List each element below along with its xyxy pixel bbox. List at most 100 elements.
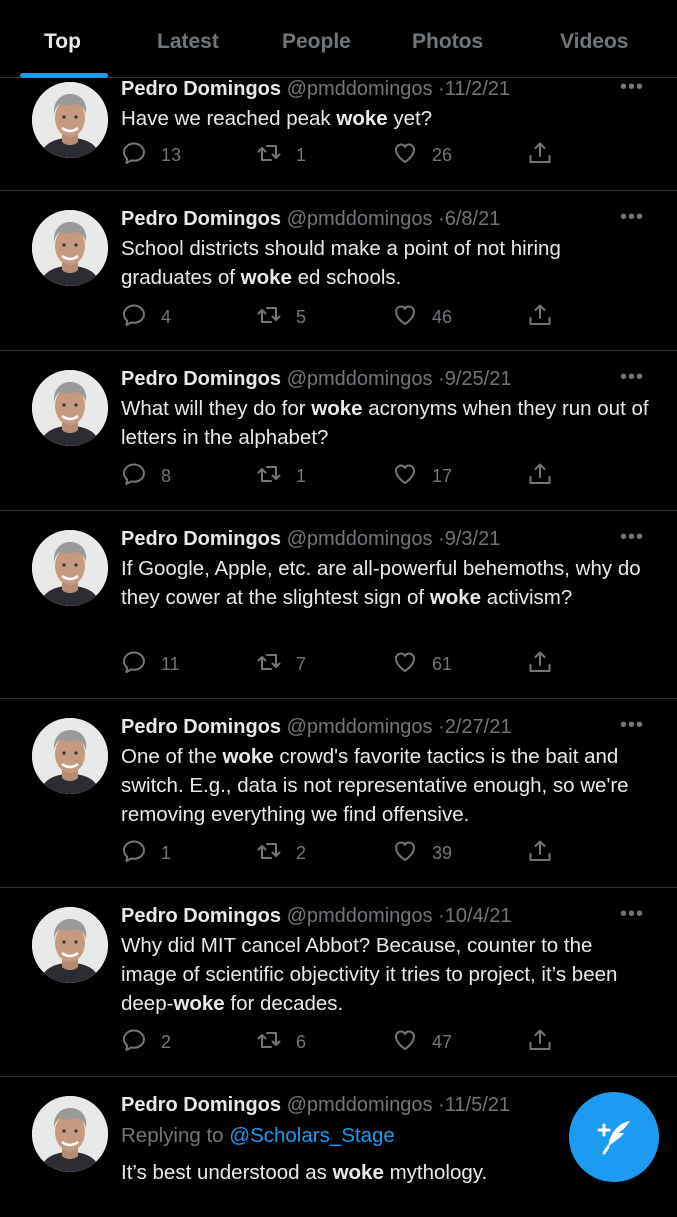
like-button[interactable]: 17 [392,463,452,489]
tweet[interactable]: Pedro Domingos @pmddomingos ·10/4/21 •••… [0,888,677,1077]
replying-to-link[interactable]: @Scholars_Stage [229,1124,395,1147]
share-button[interactable] [527,463,553,489]
highlighted-term: woke [240,266,292,289]
like-button[interactable]: 26 [392,142,452,168]
author-name[interactable]: Pedro Domingos [121,208,281,230]
author-name[interactable]: Pedro Domingos [121,905,281,927]
like-button[interactable]: 61 [392,651,452,677]
retweet-button[interactable]: 5 [256,304,306,330]
author-handle[interactable]: @pmddomingos [287,1094,433,1116]
separator-dot: · [438,528,445,550]
tweet-date[interactable]: 2/27/21 [445,716,512,738]
share-button[interactable] [527,651,553,677]
avatar[interactable] [32,370,108,446]
avatar[interactable] [32,210,108,286]
author-handle[interactable]: @pmddomingos [287,716,433,738]
like-button[interactable]: 39 [392,840,452,866]
separator-dot: · [438,368,445,390]
tab-photos[interactable]: Photos [412,30,483,54]
reply-button[interactable]: 8 [121,463,171,489]
tweet-date[interactable]: 9/3/21 [445,528,501,550]
more-options-icon[interactable]: ••• [620,903,644,926]
share-icon [527,1027,553,1058]
author-handle[interactable]: @pmddomingos [287,208,433,230]
compose-tweet-button[interactable] [569,1092,659,1182]
reply-button[interactable]: 13 [121,142,181,168]
more-options-icon[interactable]: ••• [620,76,644,99]
tweet-date[interactable]: 10/4/21 [445,905,512,927]
like-count: 61 [432,653,453,674]
more-options-icon[interactable]: ••• [620,366,644,389]
like-button[interactable]: 47 [392,1029,452,1055]
retweet-icon [256,838,282,869]
avatar[interactable] [32,718,108,794]
tweet-text: If Google, Apple, etc. are all-powerful … [121,557,641,609]
heart-icon [392,140,418,171]
highlighted-term: woke [222,745,274,768]
retweet-button[interactable]: 2 [256,840,306,866]
retweet-count: 1 [296,144,307,165]
reply-button[interactable]: 4 [121,304,171,330]
retweet-button[interactable]: 1 [256,463,306,489]
retweet-count: 2 [296,842,307,863]
author-handle[interactable]: @pmddomingos [287,368,433,390]
retweet-button[interactable]: 7 [256,651,306,677]
tweet-text: What will they do for woke acronyms when… [121,397,649,449]
tweet-date[interactable]: 9/25/21 [445,368,512,390]
avatar[interactable] [32,1096,108,1172]
share-button[interactable] [527,304,553,330]
share-icon [527,140,553,171]
reply-icon [121,838,147,869]
tweet[interactable]: Pedro Domingos @pmddomingos ·9/3/21 ••• … [0,511,677,699]
author-name[interactable]: Pedro Domingos [121,78,281,100]
author-name[interactable]: Pedro Domingos [121,716,281,738]
retweet-count: 1 [296,465,307,486]
tab-latest[interactable]: Latest [157,30,219,54]
more-options-icon[interactable]: ••• [620,526,644,549]
retweet-count: 7 [296,653,307,674]
more-options-icon[interactable]: ••• [620,714,644,737]
tweet-date[interactable]: 11/2/21 [445,78,510,100]
author-handle[interactable]: @pmddomingos [287,528,433,550]
tweet-header: Pedro Domingos @pmddomingos ·11/2/21 [121,78,510,101]
tweet-date[interactable]: 6/8/21 [445,208,501,230]
retweet-icon [256,461,282,492]
tweet-header: Pedro Domingos @pmddomingos ·9/3/21 [121,528,500,551]
like-count: 17 [432,465,453,486]
tweet[interactable]: Pedro Domingos @pmddomingos ·11/2/21 •••… [0,76,677,191]
reply-icon [121,649,147,680]
avatar[interactable] [32,907,108,983]
share-button[interactable] [527,840,553,866]
tweet-text: School districts should make a point of … [121,237,561,289]
tweet-text: Why did MIT cancel Abbot? Because, count… [121,934,618,1015]
author-name[interactable]: Pedro Domingos [121,368,281,390]
tweet[interactable]: Pedro Domingos @pmddomingos ·6/8/21 ••• … [0,191,677,351]
avatar[interactable] [32,530,108,606]
retweet-button[interactable]: 6 [256,1029,306,1055]
share-icon [527,302,553,333]
author-name[interactable]: Pedro Domingos [121,528,281,550]
tweet[interactable]: Pedro Domingos @pmddomingos ·9/25/21 •••… [0,351,677,511]
like-button[interactable]: 46 [392,304,452,330]
tweet-feed: Pedro Domingos @pmddomingos ·11/2/21 •••… [0,76,677,1217]
tab-people[interactable]: People [282,30,351,54]
tweet-text: Have we reached peak woke yet? [121,107,433,130]
share-button[interactable] [527,142,553,168]
avatar[interactable] [32,82,108,158]
reply-button[interactable]: 1 [121,840,171,866]
retweet-icon [256,140,282,171]
retweet-button[interactable]: 1 [256,142,306,168]
tweet[interactable]: Pedro Domingos @pmddomingos ·2/27/21 •••… [0,699,677,888]
reply-button[interactable]: 2 [121,1029,171,1055]
retweet-count: 6 [296,1031,307,1052]
author-handle[interactable]: @pmddomingos [287,78,433,100]
tab-top[interactable]: Top [44,30,81,54]
share-button[interactable] [527,1029,553,1055]
more-options-icon[interactable]: ••• [620,206,644,229]
author-handle[interactable]: @pmddomingos [287,905,433,927]
reply-button[interactable]: 11 [121,651,180,677]
separator-dot: · [438,716,445,738]
author-name[interactable]: Pedro Domingos [121,1094,281,1116]
tab-videos[interactable]: Videos [560,30,628,54]
tweet-date[interactable]: 11/5/21 [445,1094,510,1116]
